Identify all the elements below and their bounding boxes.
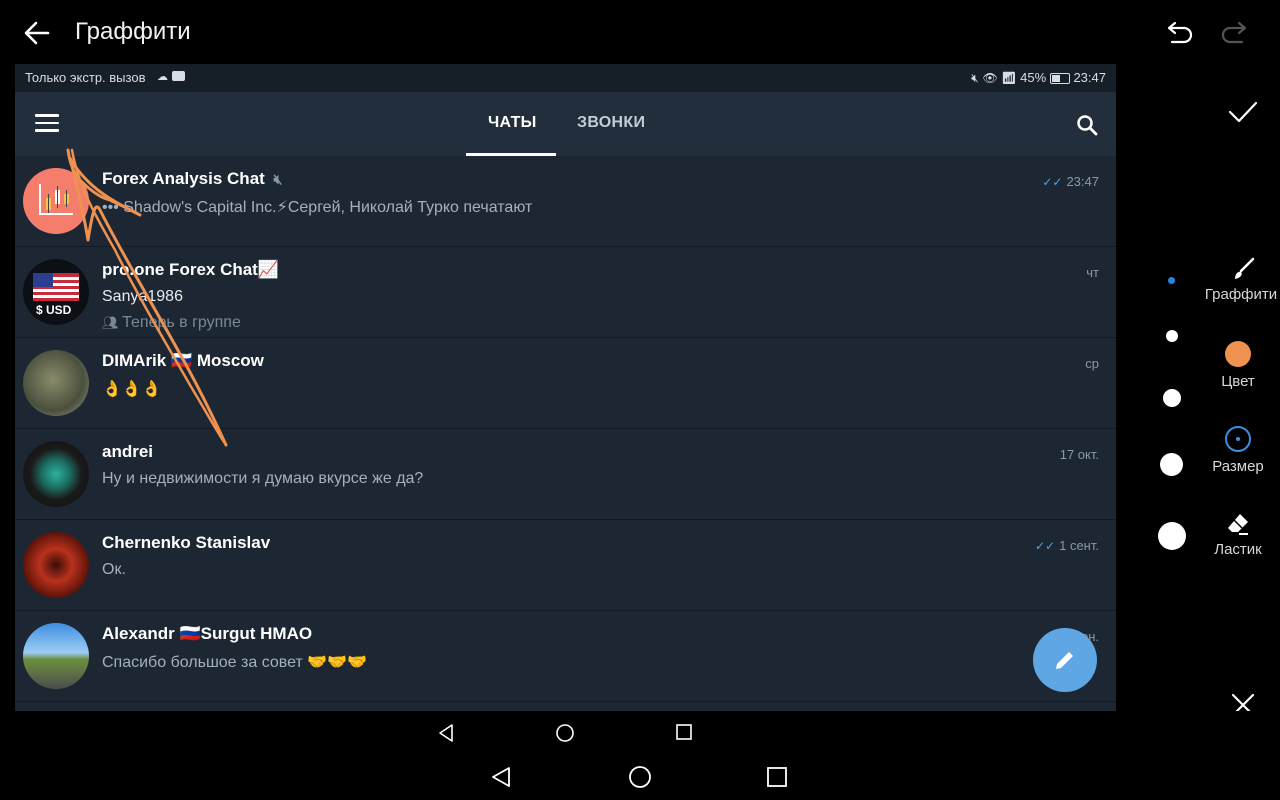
chat-row[interactable]: $ USD pro.one Forex Chat📈 чт Sanya1986 👥… [15,247,1116,338]
tool-eraser-label: Ластик [1214,541,1262,558]
tool-color[interactable]: Цвет [1198,341,1278,390]
undo-icon[interactable] [1166,20,1194,44]
avatar [23,168,89,234]
chat-preview: ••• Shadow's Capital Inc.⚡Сергей, Никола… [102,199,533,216]
back-arrow-icon[interactable] [22,18,52,48]
chat-time: ср [1085,356,1099,371]
chat-preview: Ок. [102,561,126,578]
status-bar: Только экстр. вызов ☁ 🔇︎ 👁︎ 📶︎ 45% 23:47 [15,64,1116,92]
back-triangle-icon [439,724,453,742]
chat-preview: Sanya1986 [102,288,183,305]
compose-button[interactable] [1033,628,1097,692]
chat-time-text: 23:47 [1066,174,1099,189]
tab-chats[interactable]: ЧАТЫ [488,114,537,132]
chat-preview: Спасибо большое за совет 🤝🤝🤝 [102,654,368,671]
avatar [23,623,89,689]
clock: 23:47 [1073,70,1106,85]
chat-time: чт [1086,265,1099,280]
chat-name: Chernenko Stanislav [102,533,271,552]
chat-name: Forex Analysis Chat 🔇︎ [102,169,282,189]
usd-badge: $ USD [36,303,72,317]
captured-screenshot: Только экстр. вызов ☁ 🔇︎ 👁︎ 📶︎ 45% 23:47… [15,64,1116,711]
tool-size[interactable]: Размер [1198,426,1278,475]
app-toolbar: ЧАТЫ ЗВОНКИ [15,92,1116,156]
candlestick-chart-icon [39,184,73,215]
chat-row[interactable]: DIMArik 🇷🇺 Moscow ср 👌👌👌 [15,338,1116,429]
eraser-icon [1228,514,1248,535]
chat-name: DIMArik 🇷🇺 Moscow [102,351,264,370]
youtube-icon [172,71,185,81]
home-circle-icon[interactable] [628,765,652,789]
back-triangle-icon[interactable] [490,766,512,788]
status-right: 🔇︎ 👁︎ 📶︎ 45% 23:47 [971,70,1106,86]
brush-icon [1235,257,1255,279]
brush-size-option[interactable] [1166,330,1178,342]
chat-list: Forex Analysis Chat 🔇︎ ✓✓ 23:47 ••• Shado… [15,156,1116,702]
chat-preview: Ну и недвижимости я думаю вкурсе же да? [102,470,424,487]
home-circle-icon [556,724,574,742]
eye-icon: 👁︎ [982,71,998,85]
chat-row[interactable]: Forex Analysis Chat 🔇︎ ✓✓ 23:47 ••• Shado… [15,156,1116,247]
color-swatch-icon [1225,341,1251,367]
tool-graffiti[interactable]: Граффити [1201,256,1280,303]
chat-time: ✓✓ 23:47 [1042,174,1099,189]
captured-navigation-bar [0,711,1280,756]
brush-size-option-selected[interactable] [1168,277,1175,284]
avatar [23,532,89,598]
double-check-icon: ✓✓ [1035,539,1056,553]
chat-time: ✓✓ 1 сент. [1035,538,1099,553]
tool-graffiti-label: Граффити [1204,286,1278,303]
tool-color-label: Цвет [1221,373,1255,390]
pencil-icon [1056,652,1073,669]
battery-icon [1049,73,1070,85]
confirm-check-icon[interactable] [1228,100,1258,124]
tool-size-label: Размер [1212,458,1264,475]
brush-size-option[interactable] [1160,453,1183,476]
chat-preview: 👌👌👌 [102,381,162,398]
size-icon [1225,426,1251,452]
system-navigation-bar [0,756,1280,800]
brush-size-option[interactable] [1158,522,1186,550]
recents-square-icon [676,724,692,740]
chat-preview-secondary-text: Теперь в группе [122,314,241,331]
search-icon[interactable] [1076,114,1098,136]
redo-icon[interactable] [1220,20,1248,44]
wifi-icon: 📶︎ [1001,71,1017,85]
recents-square-icon[interactable] [766,766,788,788]
tool-eraser[interactable]: Ластик [1198,511,1278,558]
status-carrier-text: Только экстр. вызов [25,70,146,85]
editor-title: Граффити [75,18,191,45]
chat-time-text: 1 сент. [1059,538,1099,553]
avatar [23,350,89,416]
cloud-icon: ☁ [157,71,168,83]
battery-percent: 45% [1020,70,1047,85]
avatar: $ USD [23,259,89,325]
editor-top-bar: Граффити [0,0,1280,62]
brush-size-option[interactable] [1163,389,1181,407]
chat-time: 17 окт. [1059,447,1099,462]
chat-name: pro.one Forex Chat📈 [102,260,280,279]
group-icon: 👥︎ [102,315,123,330]
chat-row[interactable]: Alexandr 🇷🇺Surgut HMAO 8 июн. Спасибо бо… [15,611,1116,702]
chat-preview-secondary: 👥︎ Теперь в группе [102,314,241,332]
menu-icon[interactable] [35,114,59,134]
mute-icon: 🔇︎ [971,71,979,85]
chat-row[interactable]: Chernenko Stanislav ✓✓ 1 сент. Ок. [15,520,1116,611]
chat-name: Alexandr 🇷🇺Surgut HMAO [102,624,313,643]
chat-row[interactable]: andrei 17 окт. Ну и недвижимости я думаю… [15,429,1116,520]
muted-icon: 🔇︎ [273,171,283,187]
chat-name: andrei [102,442,154,461]
avatar [23,441,89,507]
double-check-icon: ✓✓ [1042,175,1063,189]
tab-calls[interactable]: ЗВОНКИ [577,114,645,132]
chat-name-text: Forex Analysis Chat [102,169,265,188]
